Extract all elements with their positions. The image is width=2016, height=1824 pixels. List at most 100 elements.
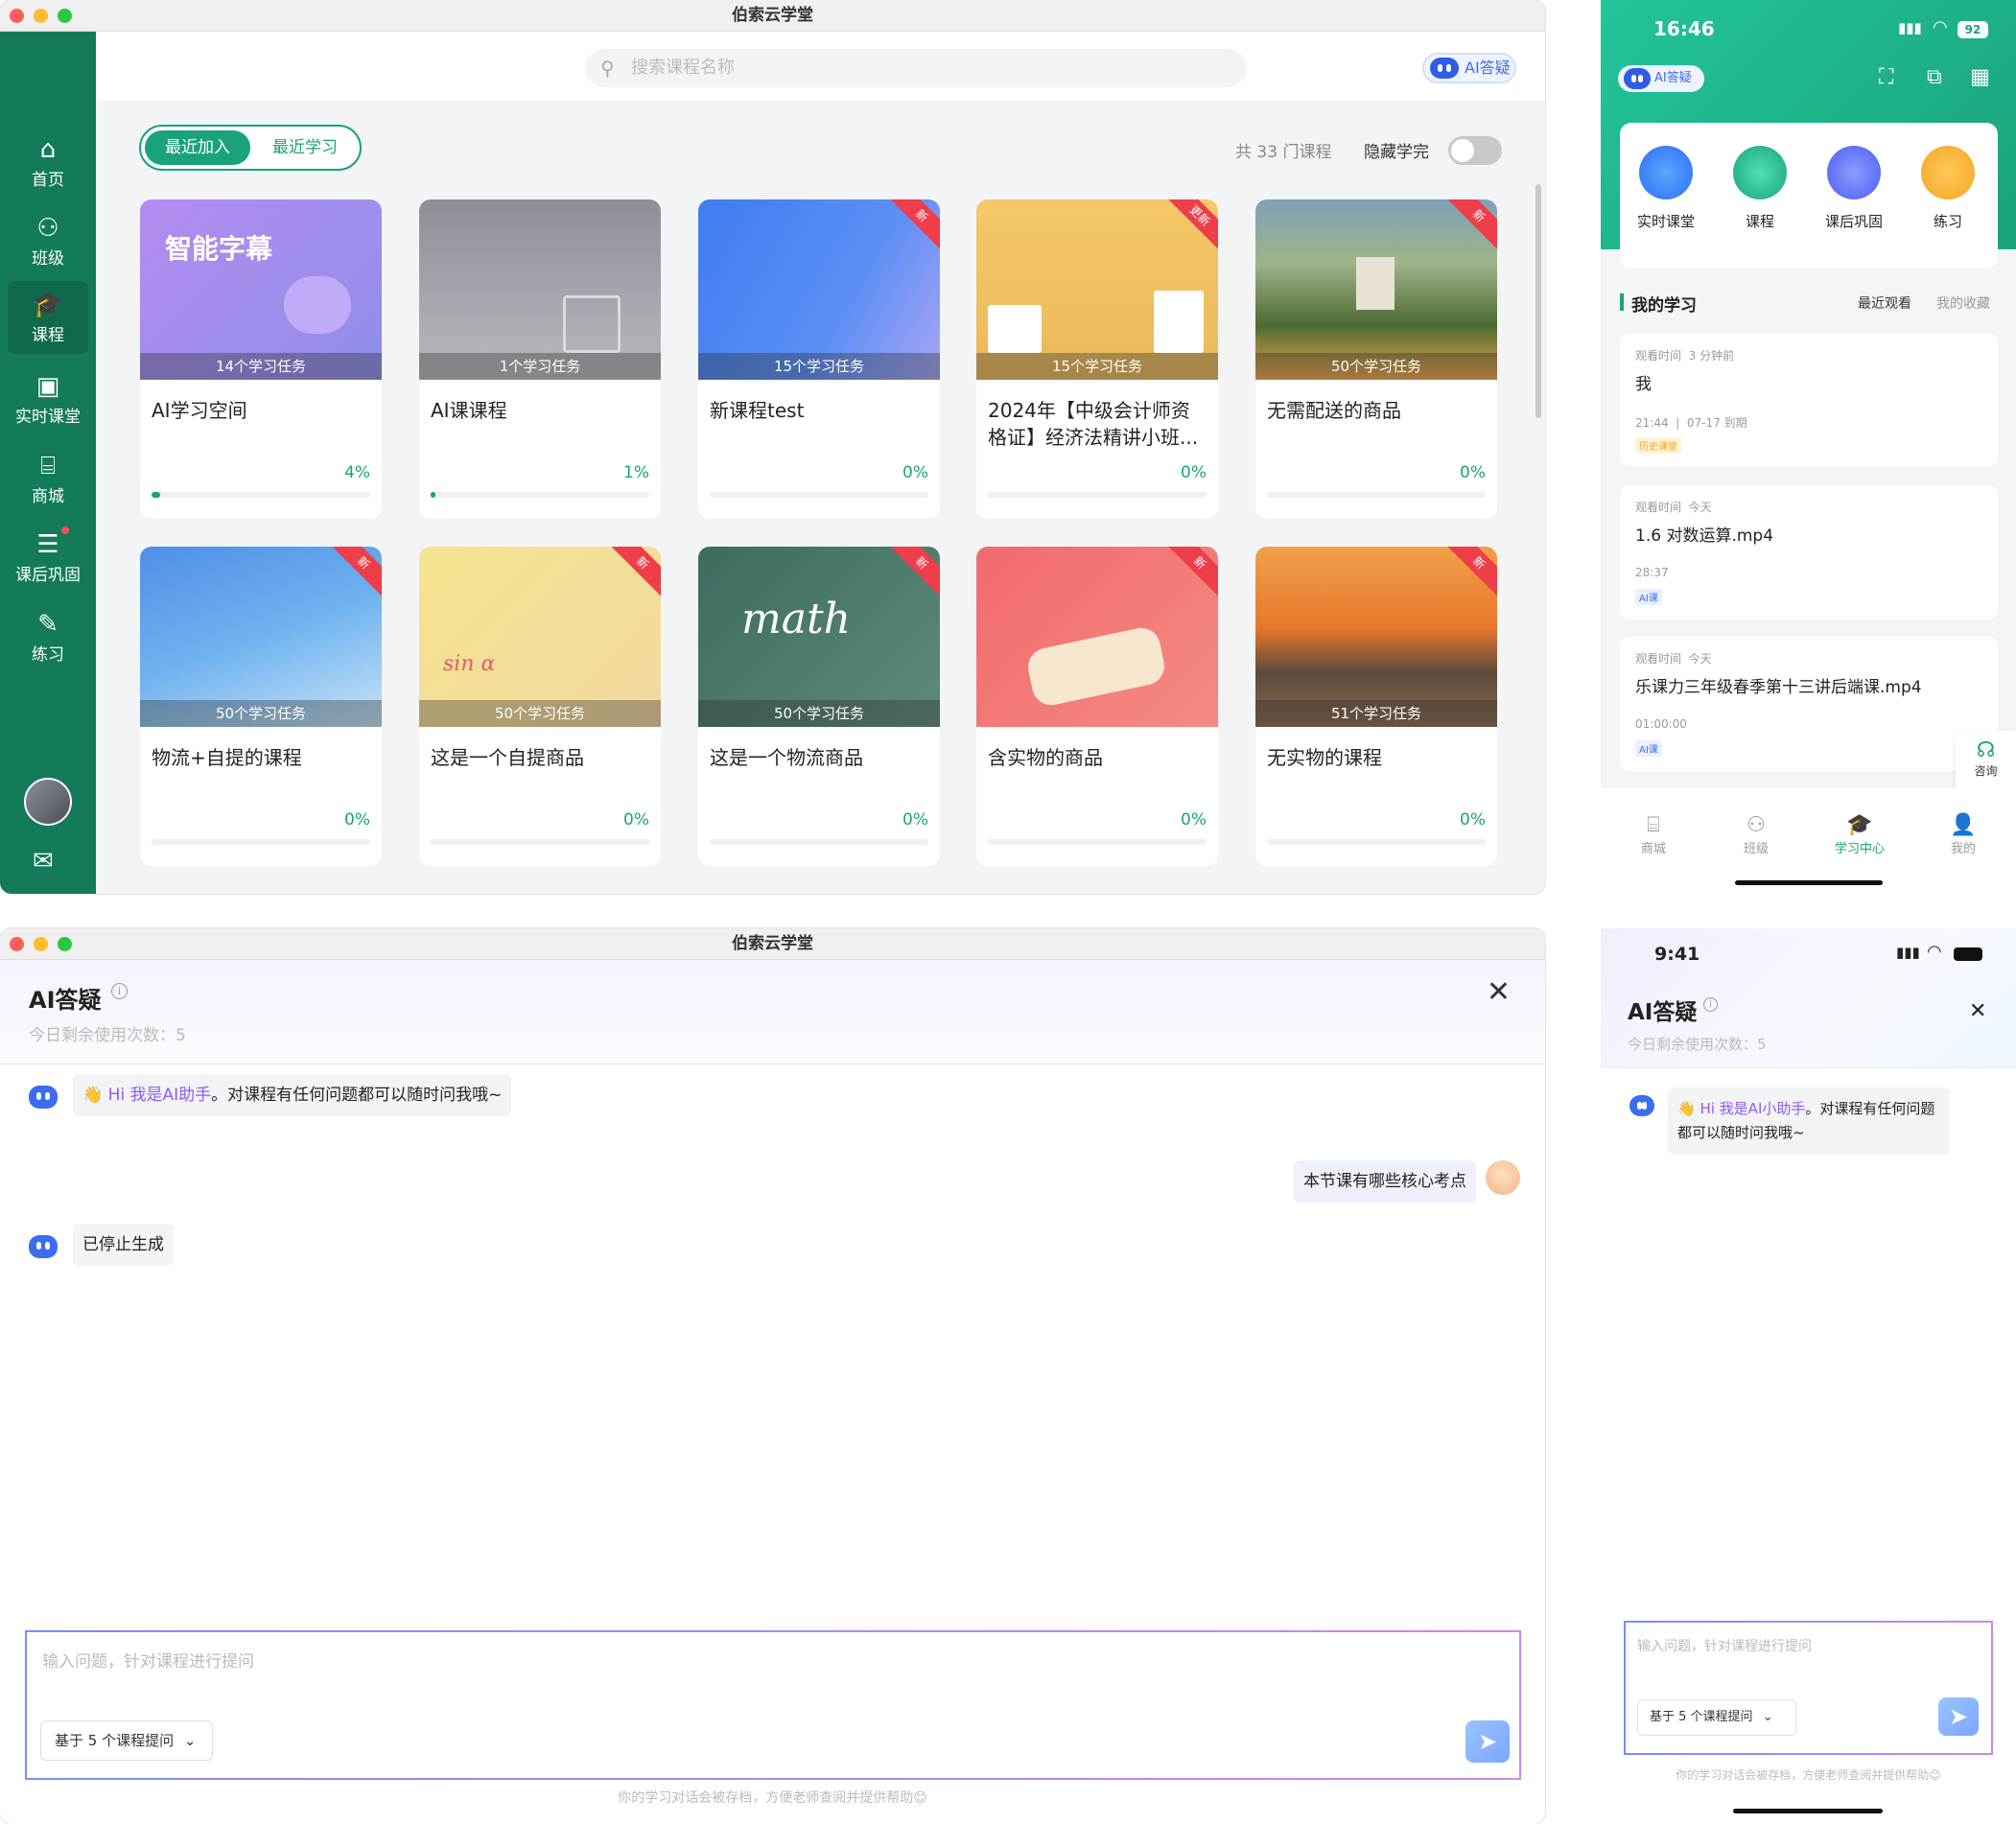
quick-practice[interactable]: 练习 [1910, 146, 1986, 231]
minimize-window-button[interactable] [34, 9, 48, 23]
ai-qa-button[interactable]: AI答疑 [1422, 53, 1516, 83]
course-card[interactable]: 智能字幕 14个学习任务 AI学习空间 4% [140, 199, 382, 519]
close-icon[interactable]: ✕ [1969, 999, 1986, 1023]
maximize-window-button[interactable] [58, 937, 72, 951]
course-card[interactable]: sin α 新 50个学习任务 这是一个自提商品 0% [419, 547, 661, 866]
course-card[interactable]: 新 50个学习任务 无需配送的商品 0% [1255, 199, 1497, 519]
minimize-window-button[interactable] [34, 937, 48, 951]
course-card[interactable]: math 新 50个学习任务 这是一个物流商品 0% [698, 547, 940, 866]
review-icon [1827, 146, 1881, 199]
course-card[interactable]: 新 15个学习任务 新课程test 0% [698, 199, 940, 519]
ai-greeting-bubble: 👋 Hi 我是AI助手。对课程有任何问题都可以随时问我哦~ [73, 1074, 512, 1116]
sidebar-item-live-class[interactable]: ▣ 实时课堂 [8, 362, 88, 435]
tab-mine[interactable]: 👤 我的 [1925, 813, 2002, 856]
progress-bar [152, 492, 370, 498]
search-input[interactable]: ⚲ 搜索课程名称 [585, 49, 1247, 87]
sidebar-item-shop[interactable]: ⌸ 商城 [8, 442, 88, 515]
course-card[interactable]: 新 50个学习任务 物流+自提的课程 0% [140, 547, 382, 866]
course-card[interactable]: 新 含实物的商品 0% [976, 547, 1218, 866]
ai-qa-badge[interactable]: AI答疑 [1618, 65, 1704, 92]
course-scope-select[interactable]: 基于 5 个课程提问 ⌄ [40, 1720, 213, 1761]
course-card[interactable]: 更新 15个学习任务 2024年【中级会计师资格证】经济法精讲小班... 0% [976, 199, 1218, 519]
progress-percent: 0% [903, 810, 928, 830]
quick-entry-card: 实时课堂 课程 课后巩固 练习 [1620, 123, 1998, 269]
course-card[interactable]: 新 51个学习任务 无实物的课程 0% [1255, 547, 1497, 866]
new-ribbon: 新 [325, 547, 382, 601]
progress-percent: 4% [344, 463, 370, 482]
live-class-icon: ▣ [35, 372, 60, 401]
ai-qa-label: AI答疑 [1465, 58, 1511, 77]
progress-percent: 0% [344, 810, 370, 830]
tab-recently-studied[interactable]: 最近学习 [254, 130, 356, 165]
sidebar-item-home[interactable]: ⌂ 首页 [8, 126, 88, 199]
scan-icon[interactable]: ⛶ [1879, 65, 1893, 89]
learning-item[interactable]: 观看时间 今天 乐课力三年级春季第十三讲后端课.mp4 01:00:00 AI课 [1620, 637, 1998, 771]
mobile-ai-qa-screen: 9:41 ▮▮▮ ◠ AI答疑 i 今日剩余使用次数：5 ✕ 👋 Hi 我是AI… [1601, 928, 2016, 1824]
learning-item[interactable]: 观看时间 今天 1.6 对数运算.mp4 28:37 AI课 [1620, 485, 1998, 620]
book-stack-image [988, 305, 1042, 353]
quick-review[interactable]: 课后巩固 [1816, 146, 1892, 231]
tab-recent-watch[interactable]: 最近观看 [1858, 293, 1911, 313]
sidebar-item-class[interactable]: ⚇ 班级 [8, 204, 88, 277]
screen-icon[interactable]: ⧉ [1927, 65, 1942, 89]
quick-course[interactable]: 课程 [1722, 146, 1798, 231]
task-count: 14个学习任务 [140, 353, 382, 380]
task-count: 50个学习任务 [419, 700, 661, 727]
question-input[interactable]: 输入问题，针对课程进行提问 基于 5 个课程提问 ⌄ ➤ [25, 1630, 1521, 1780]
question-input[interactable]: 输入问题，针对课程进行提问 基于 5 个课程提问 ⌄ ➤ [1624, 1621, 1993, 1755]
close-window-button[interactable] [10, 9, 24, 23]
item-title: 1.6 对数运算.mp4 [1635, 526, 1774, 546]
learning-item[interactable]: 观看时间 3 分钟前 我 21:44 | 07-17 到期 历史课堂 [1620, 334, 1998, 466]
course-card[interactable]: 1个学习任务 AI课课程 1% [419, 199, 661, 519]
info-icon[interactable]: i [111, 983, 128, 999]
maximize-window-button[interactable] [58, 9, 72, 23]
progress-percent: 0% [1460, 463, 1486, 482]
avatar[interactable] [24, 778, 72, 826]
send-button[interactable]: ➤ [1465, 1720, 1510, 1763]
tab-learning-center[interactable]: 🎓 学习中心 [1821, 813, 1898, 856]
info-icon[interactable]: i [1703, 997, 1718, 1012]
close-icon[interactable]: ✕ [1487, 975, 1511, 1009]
send-icon: ➤ [1477, 1728, 1498, 1755]
section-marker [1620, 293, 1624, 311]
meta-label: 观看时间 [1635, 501, 1682, 514]
top-bar: ⚲ 搜索课程名称 AI答疑 [96, 32, 1545, 101]
remaining-count: 今日剩余使用次数：5 [1628, 1036, 1767, 1053]
mobile-learning-screen: 16:46 ▮▮▮ ◠ 92 AI答疑 ⛶ ⧉ ▦ 实时课堂 课程 课后巩固 练… [1601, 0, 2016, 894]
tab-class[interactable]: ⚇ 班级 [1718, 813, 1794, 856]
tab-favorites[interactable]: 我的收藏 [1936, 293, 1990, 313]
new-ribbon: 新 [604, 547, 661, 601]
course-count: 共 33 门课程 [1235, 143, 1332, 162]
course-scope-select[interactable]: 基于 5 个课程提问 ⌄ [1637, 1699, 1796, 1736]
quick-label: 练习 [1933, 213, 1962, 230]
sidebar-item-practice[interactable]: ✎ 练习 [8, 600, 88, 673]
quick-live-class[interactable]: 实时课堂 [1628, 146, 1704, 231]
watch-meta: 观看时间 今天 [1635, 650, 1712, 666]
send-button[interactable]: ➤ [1938, 1697, 1979, 1736]
sort-tabs: 最近加入 最近学习 [139, 125, 362, 171]
item-expiry: 07-17 到期 [1686, 416, 1747, 430]
calendar-icon[interactable]: ▦ [1970, 65, 1990, 89]
wifi-icon: ◠ [1927, 942, 1942, 962]
progress-bar [1267, 492, 1486, 498]
progress-percent: 0% [1181, 463, 1207, 482]
tab-recently-added[interactable]: 最近加入 [145, 130, 250, 165]
mail-icon[interactable]: ✉ [33, 847, 54, 876]
tab-shop[interactable]: ⌸ 商城 [1615, 813, 1692, 856]
item-time: 01:00:00 [1635, 717, 1687, 731]
sidebar-item-course[interactable]: 🎓 课程 [8, 281, 88, 354]
consult-button[interactable]: ☊ 咨询 [1956, 731, 2016, 794]
practice-icon: ✎ [37, 610, 59, 639]
sidebar-item-review[interactable]: ☰ 课后巩固 [8, 521, 88, 594]
scrollbar[interactable] [1535, 184, 1541, 418]
wave-icon: 👋 [82, 1086, 104, 1105]
hide-completed-toggle[interactable] [1448, 136, 1502, 165]
sidebar-item-label: 课后巩固 [15, 566, 81, 585]
battery-icon [1954, 947, 1982, 961]
progress-bar [710, 492, 928, 498]
ai-avatar-icon [29, 1235, 58, 1258]
close-window-button[interactable] [10, 937, 24, 951]
progress-bar [431, 492, 649, 498]
shop-icon: ⌸ [1647, 813, 1660, 837]
progress-percent: 0% [1181, 810, 1207, 830]
